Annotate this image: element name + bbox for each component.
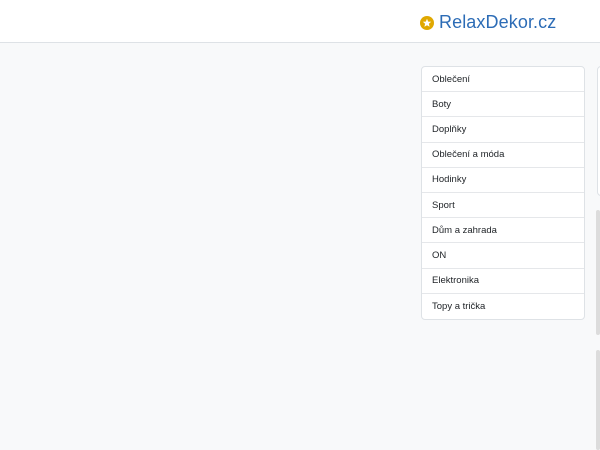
category-menu: Oblečení Boty Doplňky Oblečení a móda Ho… bbox=[421, 66, 585, 320]
scrollbar-thumb[interactable] bbox=[596, 210, 600, 335]
scrollbar-track[interactable] bbox=[596, 350, 600, 450]
category-item-doplnky[interactable]: Doplňky bbox=[422, 117, 584, 143]
category-item-boty[interactable]: Boty bbox=[422, 92, 584, 118]
category-item-on[interactable]: ON bbox=[422, 243, 584, 269]
category-item-dum-a-zahrada[interactable]: Dům a zahrada bbox=[422, 218, 584, 244]
star-badge-icon bbox=[420, 15, 434, 30]
brand-name: RelaxDekor.cz bbox=[439, 11, 557, 32]
category-item-hodinky[interactable]: Hodinky bbox=[422, 168, 584, 193]
category-item-topy-a-tricka[interactable]: Topy a trička bbox=[422, 294, 584, 319]
category-item-obleceni[interactable]: Oblečení bbox=[422, 67, 584, 93]
site-header: RelaxDekor.cz bbox=[0, 0, 600, 43]
category-item-obleceni-a-moda[interactable]: Oblečení a móda bbox=[422, 143, 584, 168]
category-item-elektronika[interactable]: Elektronika bbox=[422, 269, 584, 294]
brand-link[interactable]: RelaxDekor.cz bbox=[420, 11, 556, 33]
category-item-sport[interactable]: Sport bbox=[422, 193, 584, 219]
